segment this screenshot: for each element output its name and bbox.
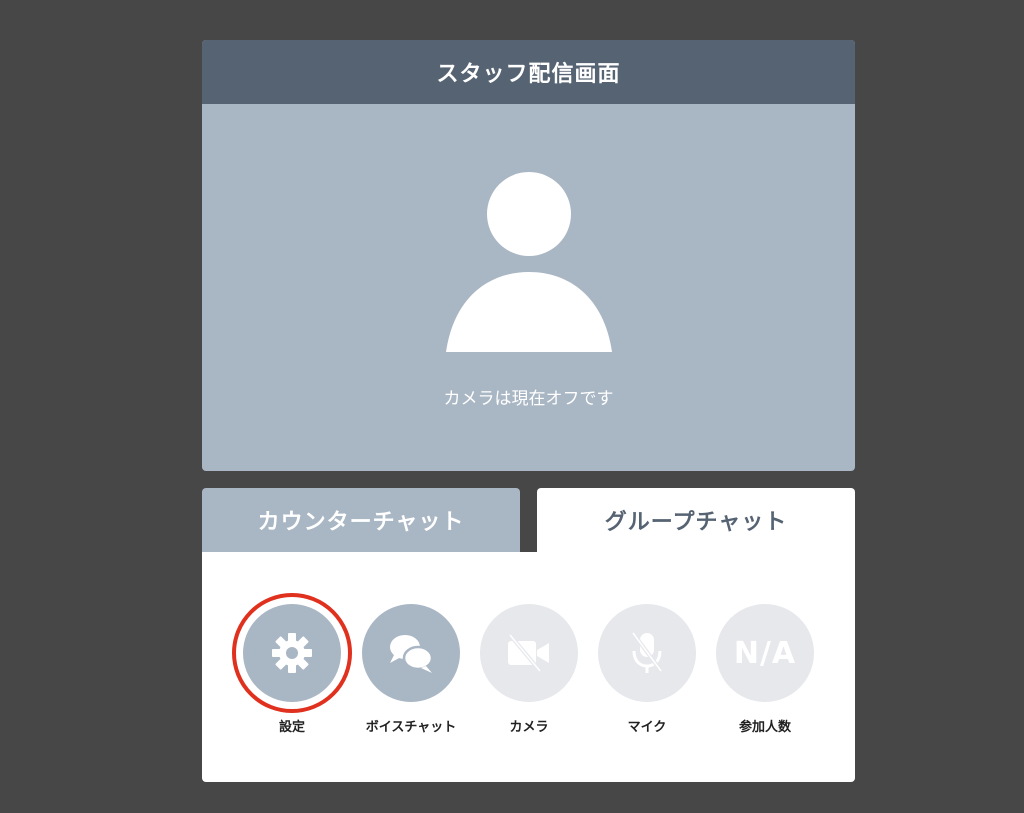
video-panel: スタッフ配信画面 カメラは現在オフです (202, 40, 855, 471)
controls-panel: 設定 ボイスチャット カメラ マイク N/A 参加人数 (202, 552, 855, 782)
camera-control: カメラ (469, 604, 589, 735)
chat-tabs: カウンターチャット グループチャット (202, 488, 855, 552)
video-title: スタッフ配信画面 (202, 40, 855, 104)
camera-button[interactable] (480, 604, 578, 702)
mic-control: マイク (587, 604, 707, 735)
settings-label: 設定 (278, 720, 305, 735)
tab-group-chat[interactable]: グループチャット (537, 488, 855, 552)
participants-control: N/A 参加人数 (705, 604, 825, 735)
chat-bubbles-icon (390, 635, 434, 673)
camera-off-icon (508, 633, 549, 673)
participants-label: 参加人数 (738, 720, 791, 735)
mic-button[interactable] (598, 604, 696, 702)
mic-off-icon (631, 631, 663, 673)
voice-chat-control: ボイスチャット (351, 604, 471, 735)
video-area: カメラは現在オフです (202, 104, 855, 471)
highlight-ring (232, 593, 352, 713)
voice-chat-label: ボイスチャット (365, 720, 457, 735)
voice-chat-button[interactable] (362, 604, 460, 702)
mic-label: マイク (627, 720, 667, 735)
participants-button[interactable]: N/A (716, 604, 814, 702)
camera-label: カメラ (509, 720, 549, 735)
user-avatar-icon (446, 172, 612, 352)
tab-counter-chat[interactable]: カウンターチャット (202, 488, 520, 552)
participants-count: N/A (733, 635, 797, 671)
camera-status-text: カメラは現在オフです (443, 389, 614, 409)
settings-button[interactable] (232, 593, 352, 713)
settings-control: 設定 (232, 593, 352, 735)
